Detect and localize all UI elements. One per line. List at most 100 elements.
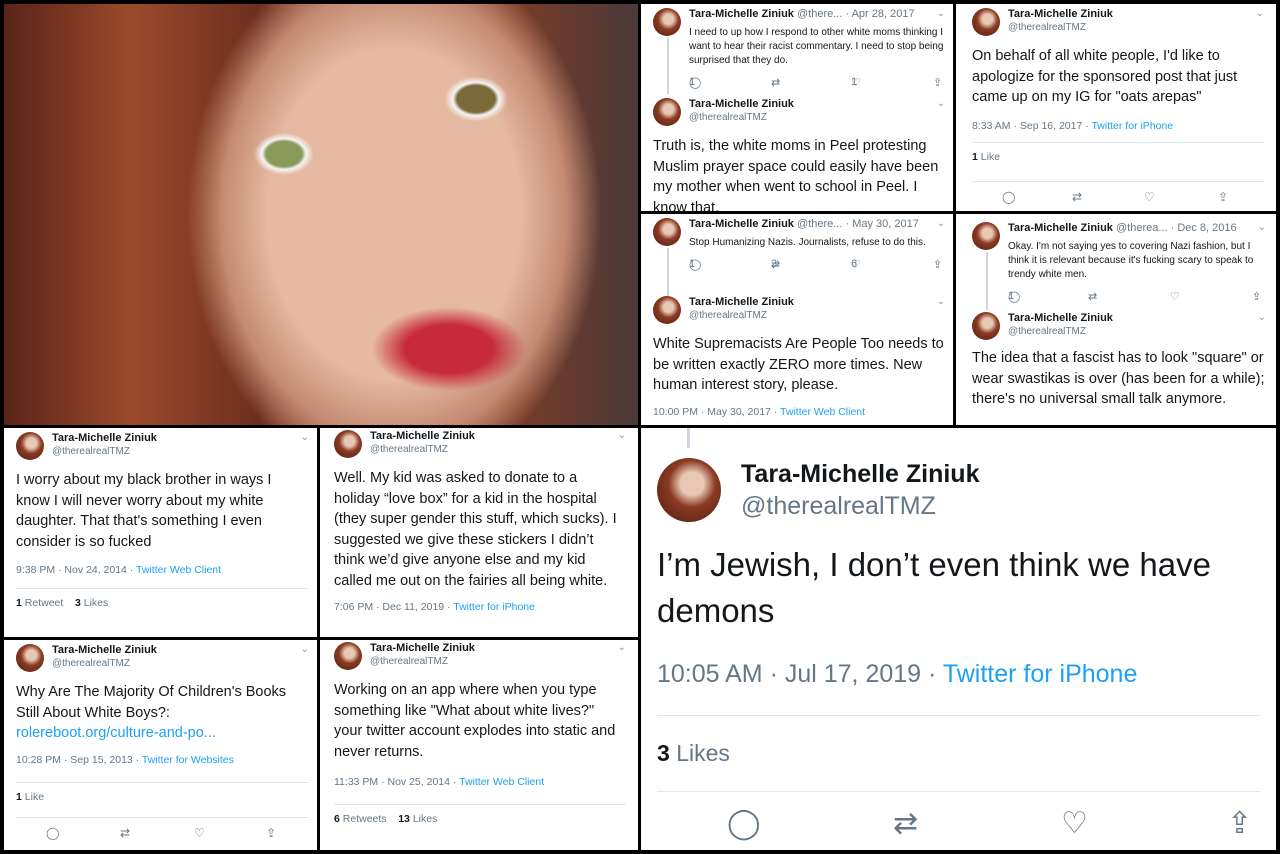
tweet-stats: 1 Like (972, 141, 1264, 163)
tweet-text: On behalf of all white people, I'd like … (972, 48, 1238, 105)
source-link[interactable]: Twitter for Websites (142, 754, 234, 766)
tweet-timestamp: 8:33 AM · Sep 16, 2017 · Twitter for iPh… (972, 119, 1174, 132)
like-icon[interactable]: ♡ (1144, 190, 1155, 204)
avatar[interactable] (653, 98, 681, 126)
avatar[interactable] (972, 222, 1000, 250)
avatar[interactable] (653, 218, 681, 246)
author-handle[interactable]: @therealrealTMZ (741, 492, 936, 521)
author-handle[interactable]: @therealrealTMZ (370, 444, 448, 455)
author-name[interactable]: Tara-Michelle Ziniuk (52, 432, 157, 444)
tweet-stats: 1 Like (16, 781, 309, 803)
chevron-down-icon[interactable]: ⌄ (937, 8, 945, 19)
tweet-card-fascist[interactable]: Tara-Michelle Ziniuk @therea... · Dec 8,… (956, 214, 1276, 425)
author-handle[interactable]: @therealrealTMZ (52, 446, 130, 457)
author-name[interactable]: Tara-Michelle Ziniuk (689, 98, 794, 110)
tweet-text: I worry about my black brother in ways I… (16, 472, 272, 550)
retweet-icon[interactable]: ⇄ (1072, 190, 1082, 204)
chevron-down-icon[interactable]: ⌄ (1256, 8, 1264, 19)
avatar[interactable] (334, 642, 362, 670)
tweet-card-childrens-books[interactable]: Tara-Michelle Ziniuk @therealrealTMZ ⌄ W… (4, 640, 317, 850)
share-icon[interactable]: ⇪ (1227, 806, 1252, 841)
share-icon[interactable]: ⇪ (1252, 290, 1261, 303)
like-icon[interactable]: ♡ (1170, 290, 1180, 303)
tweet-card-arepas[interactable]: Tara-Michelle Ziniuk @therealrealTMZ ⌄ O… (956, 4, 1276, 211)
tweet-timestamp: 11:33 PM · Nov 25, 2014 · Twitter Web Cl… (334, 776, 545, 788)
retweet-icon[interactable]: ⇄ (893, 806, 918, 841)
author-name[interactable]: Tara-Michelle Ziniuk @there... · May 30,… (689, 218, 919, 230)
author-handle[interactable]: @therealrealTMZ (1008, 326, 1086, 337)
tweet-timestamp: 7:06 PM · Dec 11, 2019 · Twitter for iPh… (334, 601, 535, 613)
chevron-down-icon[interactable]: ⌄ (1258, 312, 1266, 323)
tweet-card-peel[interactable]: Tara-Michelle Ziniuk @there... · Apr 28,… (641, 4, 953, 211)
author-handle[interactable]: @therealrealTMZ (52, 658, 130, 669)
chevron-down-icon[interactable]: ⌄ (937, 98, 945, 109)
author-name[interactable]: Tara-Michelle Ziniuk (1008, 8, 1113, 20)
author-handle[interactable]: @therealrealTMZ (689, 112, 767, 123)
tweet-card-demons[interactable]: Tara-Michelle Ziniuk @therealrealTMZ I’m… (641, 428, 1276, 850)
retweet-icon[interactable]: ⇄ (771, 76, 780, 89)
reply-icon[interactable]: ◯ (1002, 190, 1015, 204)
source-link[interactable]: Twitter for iPhone (1091, 120, 1173, 132)
author-handle[interactable]: @therealrealTMZ (370, 656, 448, 667)
tweet-text: I’m Jewish, I don’t even think we have d… (657, 546, 1211, 629)
author-name[interactable]: Tara-Michelle Ziniuk (370, 430, 475, 442)
source-link[interactable]: Twitter Web Client (459, 776, 544, 788)
tweet-card-brother[interactable]: Tara-Michelle Ziniuk @therealrealTMZ ⌄ I… (4, 428, 317, 637)
tweet-timestamp: 10:00 PM · May 30, 2017 · Twitter Web Cl… (653, 405, 866, 418)
avatar[interactable] (972, 8, 1000, 36)
tweet-card-love-box[interactable]: Tara-Michelle Ziniuk @therealrealTMZ ⌄ W… (320, 428, 638, 637)
tweet-text: Truth is, the white moms in Peel protest… (653, 138, 939, 211)
author-name[interactable]: Tara-Michelle Ziniuk (370, 642, 475, 654)
tweet-card-white-lives[interactable]: Tara-Michelle Ziniuk @therealrealTMZ ⌄ W… (320, 640, 638, 850)
author-name[interactable]: Tara-Michelle Ziniuk (689, 296, 794, 308)
source-link[interactable]: Twitter Web Client (136, 564, 221, 576)
share-icon[interactable]: ⇪ (1218, 190, 1228, 204)
tweet-text: Why Are The Majority Of Children's Books… (16, 684, 287, 721)
chevron-down-icon[interactable]: ⌄ (1258, 222, 1266, 233)
share-icon[interactable]: ⇪ (933, 258, 942, 271)
avatar[interactable] (334, 430, 362, 458)
like-icon[interactable]: ♡ (194, 826, 205, 840)
chevron-down-icon[interactable]: ⌄ (301, 644, 309, 655)
tweet-timestamp: 10:05 AM · Jul 17, 2019 · Twitter for iP… (657, 660, 1138, 688)
tweet-text: The idea that a fascist has to look "squ… (972, 350, 1265, 407)
share-icon[interactable]: ⇪ (933, 76, 942, 89)
chevron-down-icon[interactable]: ⌄ (301, 432, 309, 443)
reply-icon[interactable]: ◯ (727, 806, 761, 841)
like-icon[interactable]: ♡ (1061, 806, 1088, 841)
avatar[interactable] (653, 296, 681, 324)
profile-photo (4, 4, 638, 425)
reply-icon[interactable]: ◯ (46, 826, 59, 840)
avatar[interactable] (16, 432, 44, 460)
chevron-down-icon[interactable]: ⌄ (618, 642, 626, 653)
tweet-stats: 6 Retweets 13 Likes (334, 804, 626, 825)
retweet-icon[interactable]: ⇄ (1088, 290, 1097, 303)
author-name[interactable]: Tara-Michelle Ziniuk @there... · Apr 28,… (689, 8, 915, 20)
source-link[interactable]: Twitter for iPhone (453, 601, 535, 613)
share-icon[interactable]: ⇪ (266, 826, 276, 840)
tweet-text: Well. My kid was asked to donate to a ho… (334, 470, 617, 589)
chevron-down-icon[interactable]: ⌄ (937, 218, 945, 229)
tweet-text: Working on an app where when you type so… (334, 682, 616, 760)
author-name[interactable]: Tara-Michelle Ziniuk (1008, 312, 1113, 324)
source-link[interactable]: Twitter Web Client (780, 406, 865, 418)
author-name[interactable]: Tara-Michelle Ziniuk (52, 644, 157, 656)
article-link[interactable]: rolereboot.org/culture-and-po... (16, 723, 309, 744)
tweet-timestamp: 9:38 PM · Nov 24, 2014 · Twitter Web Cli… (16, 564, 222, 576)
avatar[interactable] (972, 312, 1000, 340)
chevron-down-icon[interactable]: ⌄ (937, 296, 945, 307)
author-name[interactable]: Tara-Michelle Ziniuk (741, 460, 979, 489)
tweet-text: White Supremacists Are People Too needs … (653, 336, 944, 393)
avatar[interactable] (16, 644, 44, 672)
author-handle[interactable]: @therealrealTMZ (689, 310, 767, 321)
tweet-stats: 1 Retweet 3 Likes (16, 588, 309, 609)
tweet-card-nazis[interactable]: Tara-Michelle Ziniuk @there... · May 30,… (641, 214, 953, 425)
author-name[interactable]: Tara-Michelle Ziniuk @therea... · Dec 8,… (1008, 222, 1237, 234)
author-handle[interactable]: @therealrealTMZ (1008, 22, 1086, 33)
avatar[interactable] (657, 458, 721, 522)
avatar[interactable] (653, 8, 681, 36)
retweet-icon[interactable]: ⇄ (120, 826, 130, 840)
source-link[interactable]: Twitter for iPhone (943, 660, 1138, 688)
chevron-down-icon[interactable]: ⌄ (618, 430, 626, 441)
thread-line (687, 428, 690, 448)
